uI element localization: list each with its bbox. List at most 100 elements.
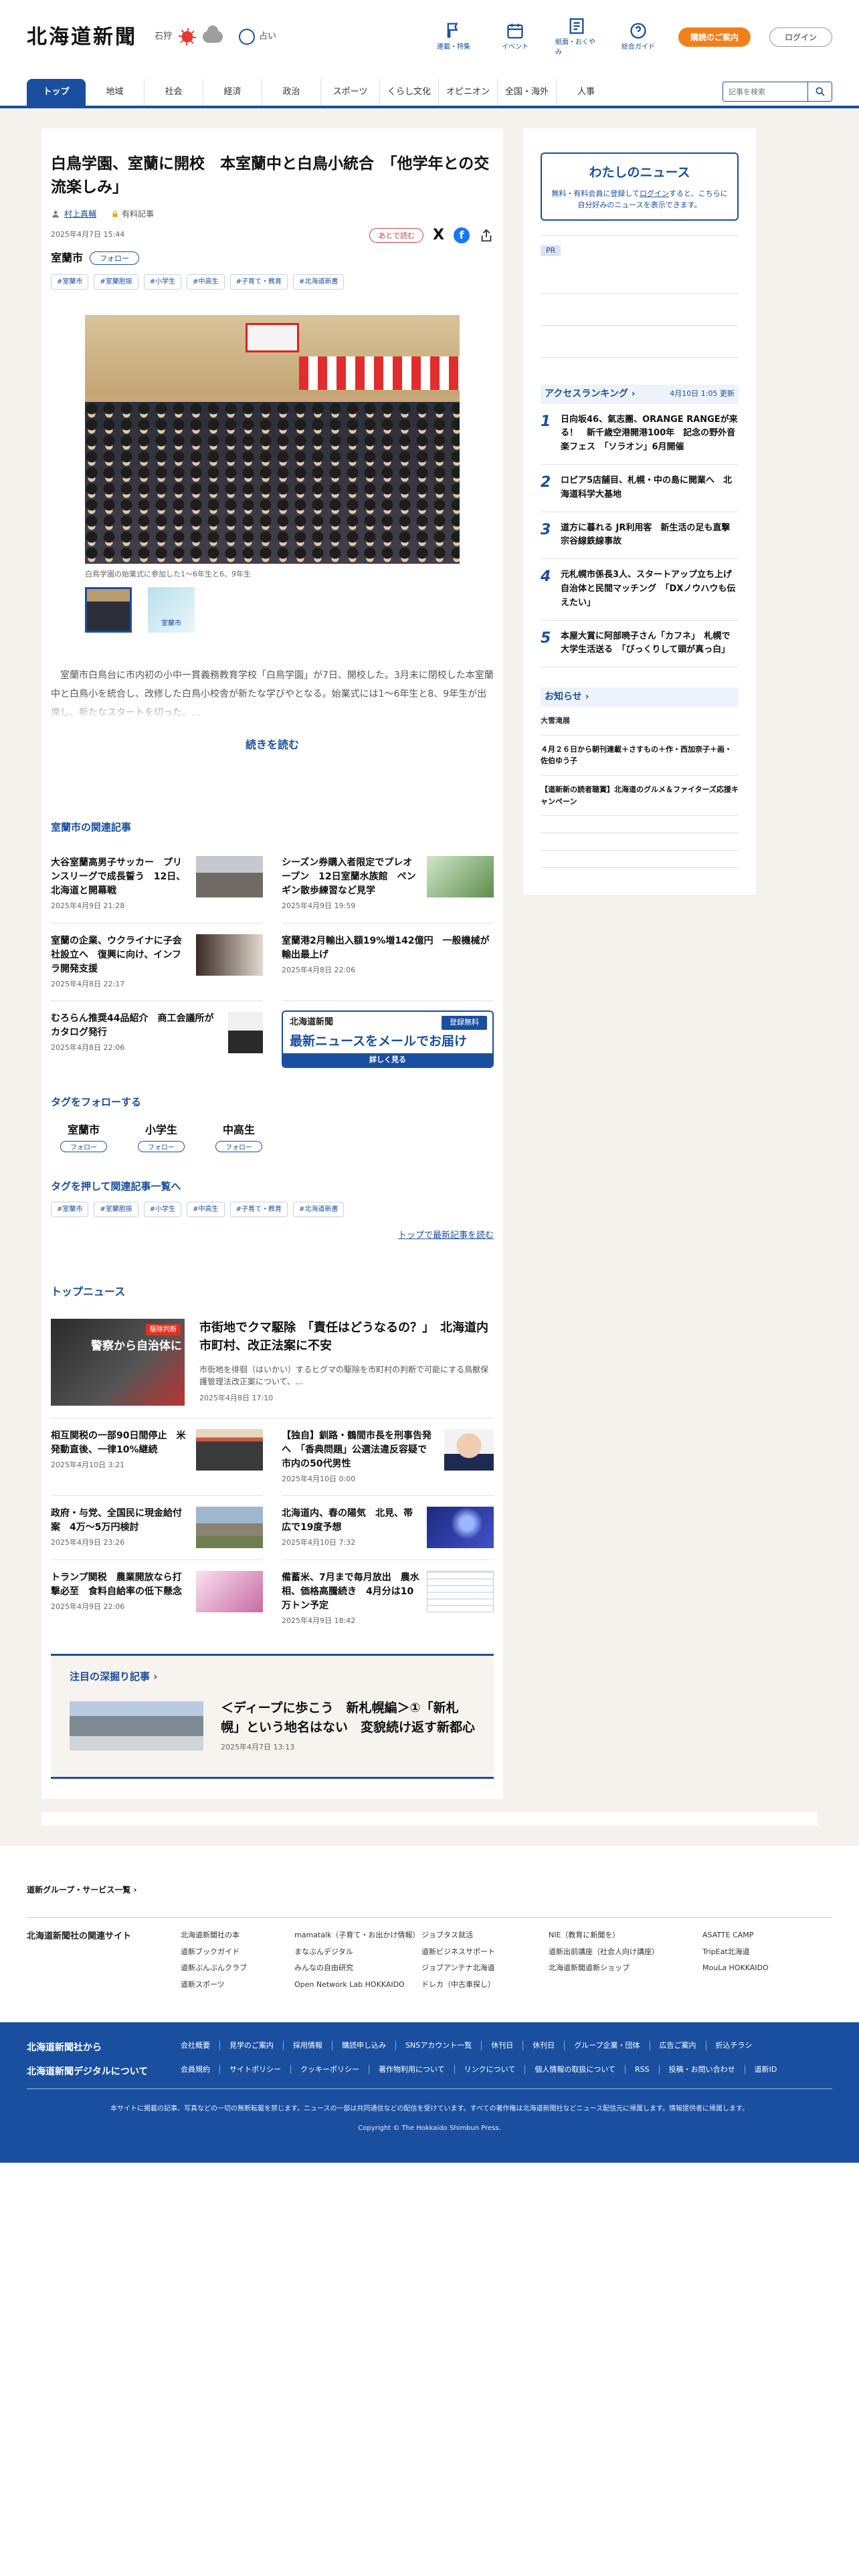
related-site-link[interactable]: 北海道新聞社の本 bbox=[181, 1930, 294, 1947]
footer-link[interactable]: 広告ご案内 bbox=[650, 2041, 706, 2050]
list-item[interactable]: 備蓄米、7月まで毎月放出 農水相、価格高騰続き 4月分は10万トン予定 2025… bbox=[282, 1560, 494, 1638]
footer-link[interactable]: 採用情報 bbox=[284, 2041, 332, 2050]
notice-header[interactable]: お知らせ › bbox=[541, 687, 739, 708]
search-button[interactable] bbox=[808, 82, 832, 102]
notice-item[interactable]: 【道新新の読者聴賞】北海道のグルメ＆ファイターズ応援キャンペーン bbox=[541, 776, 739, 817]
list-item[interactable]: シーズン券購入者限定でプレオープン 12日室蘭水族館 ペンギン散歩練習など見学 … bbox=[282, 845, 494, 924]
x-share-icon[interactable]: X bbox=[433, 224, 444, 246]
footer-link[interactable]: クッキーポリシー bbox=[291, 2064, 369, 2074]
search-input[interactable] bbox=[723, 82, 808, 102]
guide-link[interactable]: 総合ガイド bbox=[617, 21, 660, 52]
ranking-item[interactable]: 4 元札幌市係長3人、スタートアップ立ち上げ 自治体と民間マッチング 「DXノウハ… bbox=[541, 559, 741, 621]
mail-newsletter-banner[interactable]: 北海道新聞 登録無料 最新ニュースをメールでお届け 詳しく見る bbox=[282, 1010, 494, 1068]
latest-articles-link[interactable]: トップで最新記事を読む bbox=[51, 1229, 494, 1243]
tag-link[interactable]: #室蘭胆振 bbox=[94, 274, 138, 290]
tag-link[interactable]: #子育て・教育 bbox=[229, 274, 288, 290]
follow-city-button[interactable]: フォロー bbox=[90, 251, 140, 265]
footer-link[interactable]: サイトポリシー bbox=[220, 2064, 291, 2074]
nav-item-personnel[interactable]: 人事 bbox=[557, 79, 615, 106]
read-later-button[interactable]: あとで読む bbox=[369, 227, 424, 243]
related-site-link[interactable]: 道新ビジネスサポート bbox=[421, 1947, 549, 1963]
list-item[interactable]: 大谷室蘭高男子サッカー プリンスリーグで成長誓う 12日、北海道と開幕戦 202… bbox=[51, 845, 263, 924]
related-site-link[interactable]: TripEat北海道 bbox=[702, 1947, 783, 1963]
related-site-link[interactable]: mamatalk（子育て・お出かけ情報） bbox=[294, 1930, 421, 1947]
nav-item-sports[interactable]: スポーツ bbox=[321, 79, 380, 106]
related-site-link[interactable]: Open Network Lab HOKKAIDO bbox=[294, 1979, 421, 1996]
footer-link[interactable]: 個人情報の取扱について bbox=[525, 2064, 626, 2074]
related-site-link[interactable]: ジョブタス就活 bbox=[421, 1930, 549, 1947]
footer-link[interactable]: リンクについて bbox=[455, 2064, 526, 2074]
ranking-title[interactable]: アクセスランキング › bbox=[545, 387, 636, 401]
footer-link[interactable]: 会員規約 bbox=[181, 2064, 220, 2074]
related-site-link[interactable]: みんなの自由研究 bbox=[294, 1963, 421, 1979]
nav-item-top[interactable]: トップ bbox=[27, 79, 86, 106]
nav-item-culture[interactable]: くらし文化 bbox=[380, 79, 439, 106]
tag-link[interactable]: #小学生 bbox=[143, 274, 182, 290]
follow-tag-button[interactable]: フォロー bbox=[215, 1140, 262, 1152]
read-more-link[interactable]: 続きを読む bbox=[51, 737, 494, 753]
list-item[interactable]: むろらん推奨44品紹介 商工会議所がカタログ発行 2025年4月8日 22:06 bbox=[51, 1001, 263, 1068]
tag-link[interactable]: #中高生 bbox=[187, 1202, 225, 1217]
list-item[interactable]: 【独自】釧路・鶴間市長を刑事告発へ 「香典問題」公選法違反容疑で 市内の50代男… bbox=[282, 1418, 494, 1496]
tag-link[interactable]: #北海道新書 bbox=[292, 1202, 345, 1217]
footer-link[interactable]: 購読申し込み bbox=[332, 2041, 396, 2050]
related-site-link[interactable]: ジョブアンテナ北海道 bbox=[421, 1963, 549, 1979]
tag-link[interactable]: #室蘭市 bbox=[51, 1202, 89, 1217]
tag-link[interactable]: #室蘭胆振 bbox=[94, 1202, 138, 1217]
article-photo[interactable] bbox=[85, 315, 460, 564]
footer-link[interactable]: 見学のご案内 bbox=[220, 2041, 284, 2050]
series-link[interactable]: 連載・特集 bbox=[432, 21, 475, 52]
tag-link[interactable]: #北海道新書 bbox=[292, 274, 345, 290]
weather-widget[interactable]: 石狩 占い bbox=[155, 25, 276, 45]
thumbnail-2[interactable]: 室蘭市 bbox=[148, 586, 195, 633]
nav-item-world[interactable]: 全国・海外 bbox=[498, 79, 557, 106]
tag-link[interactable]: #中高生 bbox=[187, 274, 225, 290]
list-item[interactable]: 室蘭の企業、ウクライナに子会社設立へ 復興に向け、インフラ開発支援 2025年4… bbox=[51, 924, 263, 1001]
follow-tag-button[interactable]: フォロー bbox=[60, 1140, 107, 1152]
list-item[interactable]: 政府・与党、全国民に現金給付案 4万〜5万円検討 2025年4月9日 23:26 bbox=[51, 1496, 263, 1560]
follow-tag-button[interactable]: フォロー bbox=[138, 1140, 185, 1152]
thumbnail-1[interactable] bbox=[85, 586, 132, 633]
nav-item-opinion[interactable]: オピニオン bbox=[439, 79, 498, 106]
tag-link[interactable]: #小学生 bbox=[143, 1202, 182, 1217]
ranking-item[interactable]: 2 ロピア5店舗目、札幌・中の島に開業へ 北海道科学大基地 bbox=[541, 465, 739, 512]
footer-link[interactable]: 道新ID bbox=[745, 2065, 787, 2074]
footer-link[interactable]: 休刊日 bbox=[482, 2041, 524, 2050]
nav-item-politics[interactable]: 政治 bbox=[262, 79, 321, 106]
top-news-lead[interactable]: 駆除判断 警察から自治体に 市街地でクマ駆除 「責任はどうなるの？」 北海道内市… bbox=[51, 1318, 494, 1418]
list-item[interactable]: トランプ関税 農業開放なら打撃必至 食料自給率の低下懸念 2025年4月9日 2… bbox=[51, 1560, 263, 1638]
related-site-link[interactable]: 道新ブックガイド bbox=[181, 1947, 294, 1963]
notice-item[interactable]: 大雪滝展 bbox=[541, 707, 739, 736]
related-site-link[interactable]: 北海道新聞道新ショップ bbox=[549, 1963, 702, 1979]
my-news-login-link[interactable]: ログイン bbox=[640, 189, 669, 198]
deep-dive-item[interactable]: ＜ディープに歩こう 新札幌編＞①「新札幌」という地名はない 変貌続け返す新都心 … bbox=[70, 1699, 475, 1753]
footer-link[interactable]: RSS bbox=[626, 2064, 660, 2074]
login-button[interactable]: ログイン bbox=[769, 27, 832, 47]
event-link[interactable]: イベント bbox=[494, 21, 537, 52]
footer-link[interactable]: 著作物利用について bbox=[369, 2064, 455, 2074]
nav-item-region[interactable]: 地域 bbox=[86, 79, 145, 106]
pr-area[interactable] bbox=[541, 261, 739, 358]
related-site-link[interactable]: MouLa HOKKAIDO bbox=[702, 1963, 783, 1979]
list-item[interactable]: 相互関税の一部90日間停止 米発動直後、一律10%継続 2025年4月10日 3… bbox=[51, 1418, 263, 1496]
nav-item-society[interactable]: 社会 bbox=[145, 79, 203, 106]
deep-dive-title[interactable]: 注目の深掘り記事 › bbox=[70, 1669, 475, 1685]
subscribe-button[interactable]: 購読のご案内 bbox=[678, 27, 751, 47]
related-site-link[interactable]: NIE（教育に新聞を） bbox=[549, 1930, 702, 1947]
related-site-link[interactable]: ドレカ（中古車探し） bbox=[421, 1979, 549, 1996]
footer-link[interactable]: 折込チラシ bbox=[706, 2041, 762, 2050]
footer-link[interactable]: 休刊日 bbox=[523, 2041, 565, 2050]
ranking-item[interactable]: 1 日向坂46、氣志團、ORANGE RANGEが来る！ 新千歳空港開港100年 … bbox=[541, 404, 739, 465]
share-icon[interactable] bbox=[479, 228, 494, 243]
ranking-item[interactable]: 5 本屋大賞に阿部暁子さん「カフネ」 札幌で大学生活送る 「びっくりして頭が真っ白… bbox=[541, 621, 739, 668]
paper-link[interactable]: 紙面・おくやみ bbox=[555, 17, 598, 58]
footer-link[interactable]: 投稿・お問い合わせ bbox=[660, 2064, 745, 2074]
footer-link[interactable]: 会社概要 bbox=[181, 2041, 220, 2050]
footer-link[interactable]: グループ企業・団体 bbox=[565, 2041, 650, 2050]
fortune-link[interactable]: 占い bbox=[239, 29, 276, 45]
footer-link[interactable]: SNSアカウント一覧 bbox=[396, 2041, 482, 2050]
tag-link[interactable]: #子育て・教育 bbox=[229, 1202, 288, 1217]
tag-link[interactable]: #室蘭市 bbox=[51, 274, 89, 290]
related-site-link[interactable]: ASATTE CAMP bbox=[702, 1930, 783, 1947]
ranking-item[interactable]: 3 道方に暮れる JR利用客 新生活の足も直撃 宗谷線鉄線事故 bbox=[541, 512, 739, 560]
